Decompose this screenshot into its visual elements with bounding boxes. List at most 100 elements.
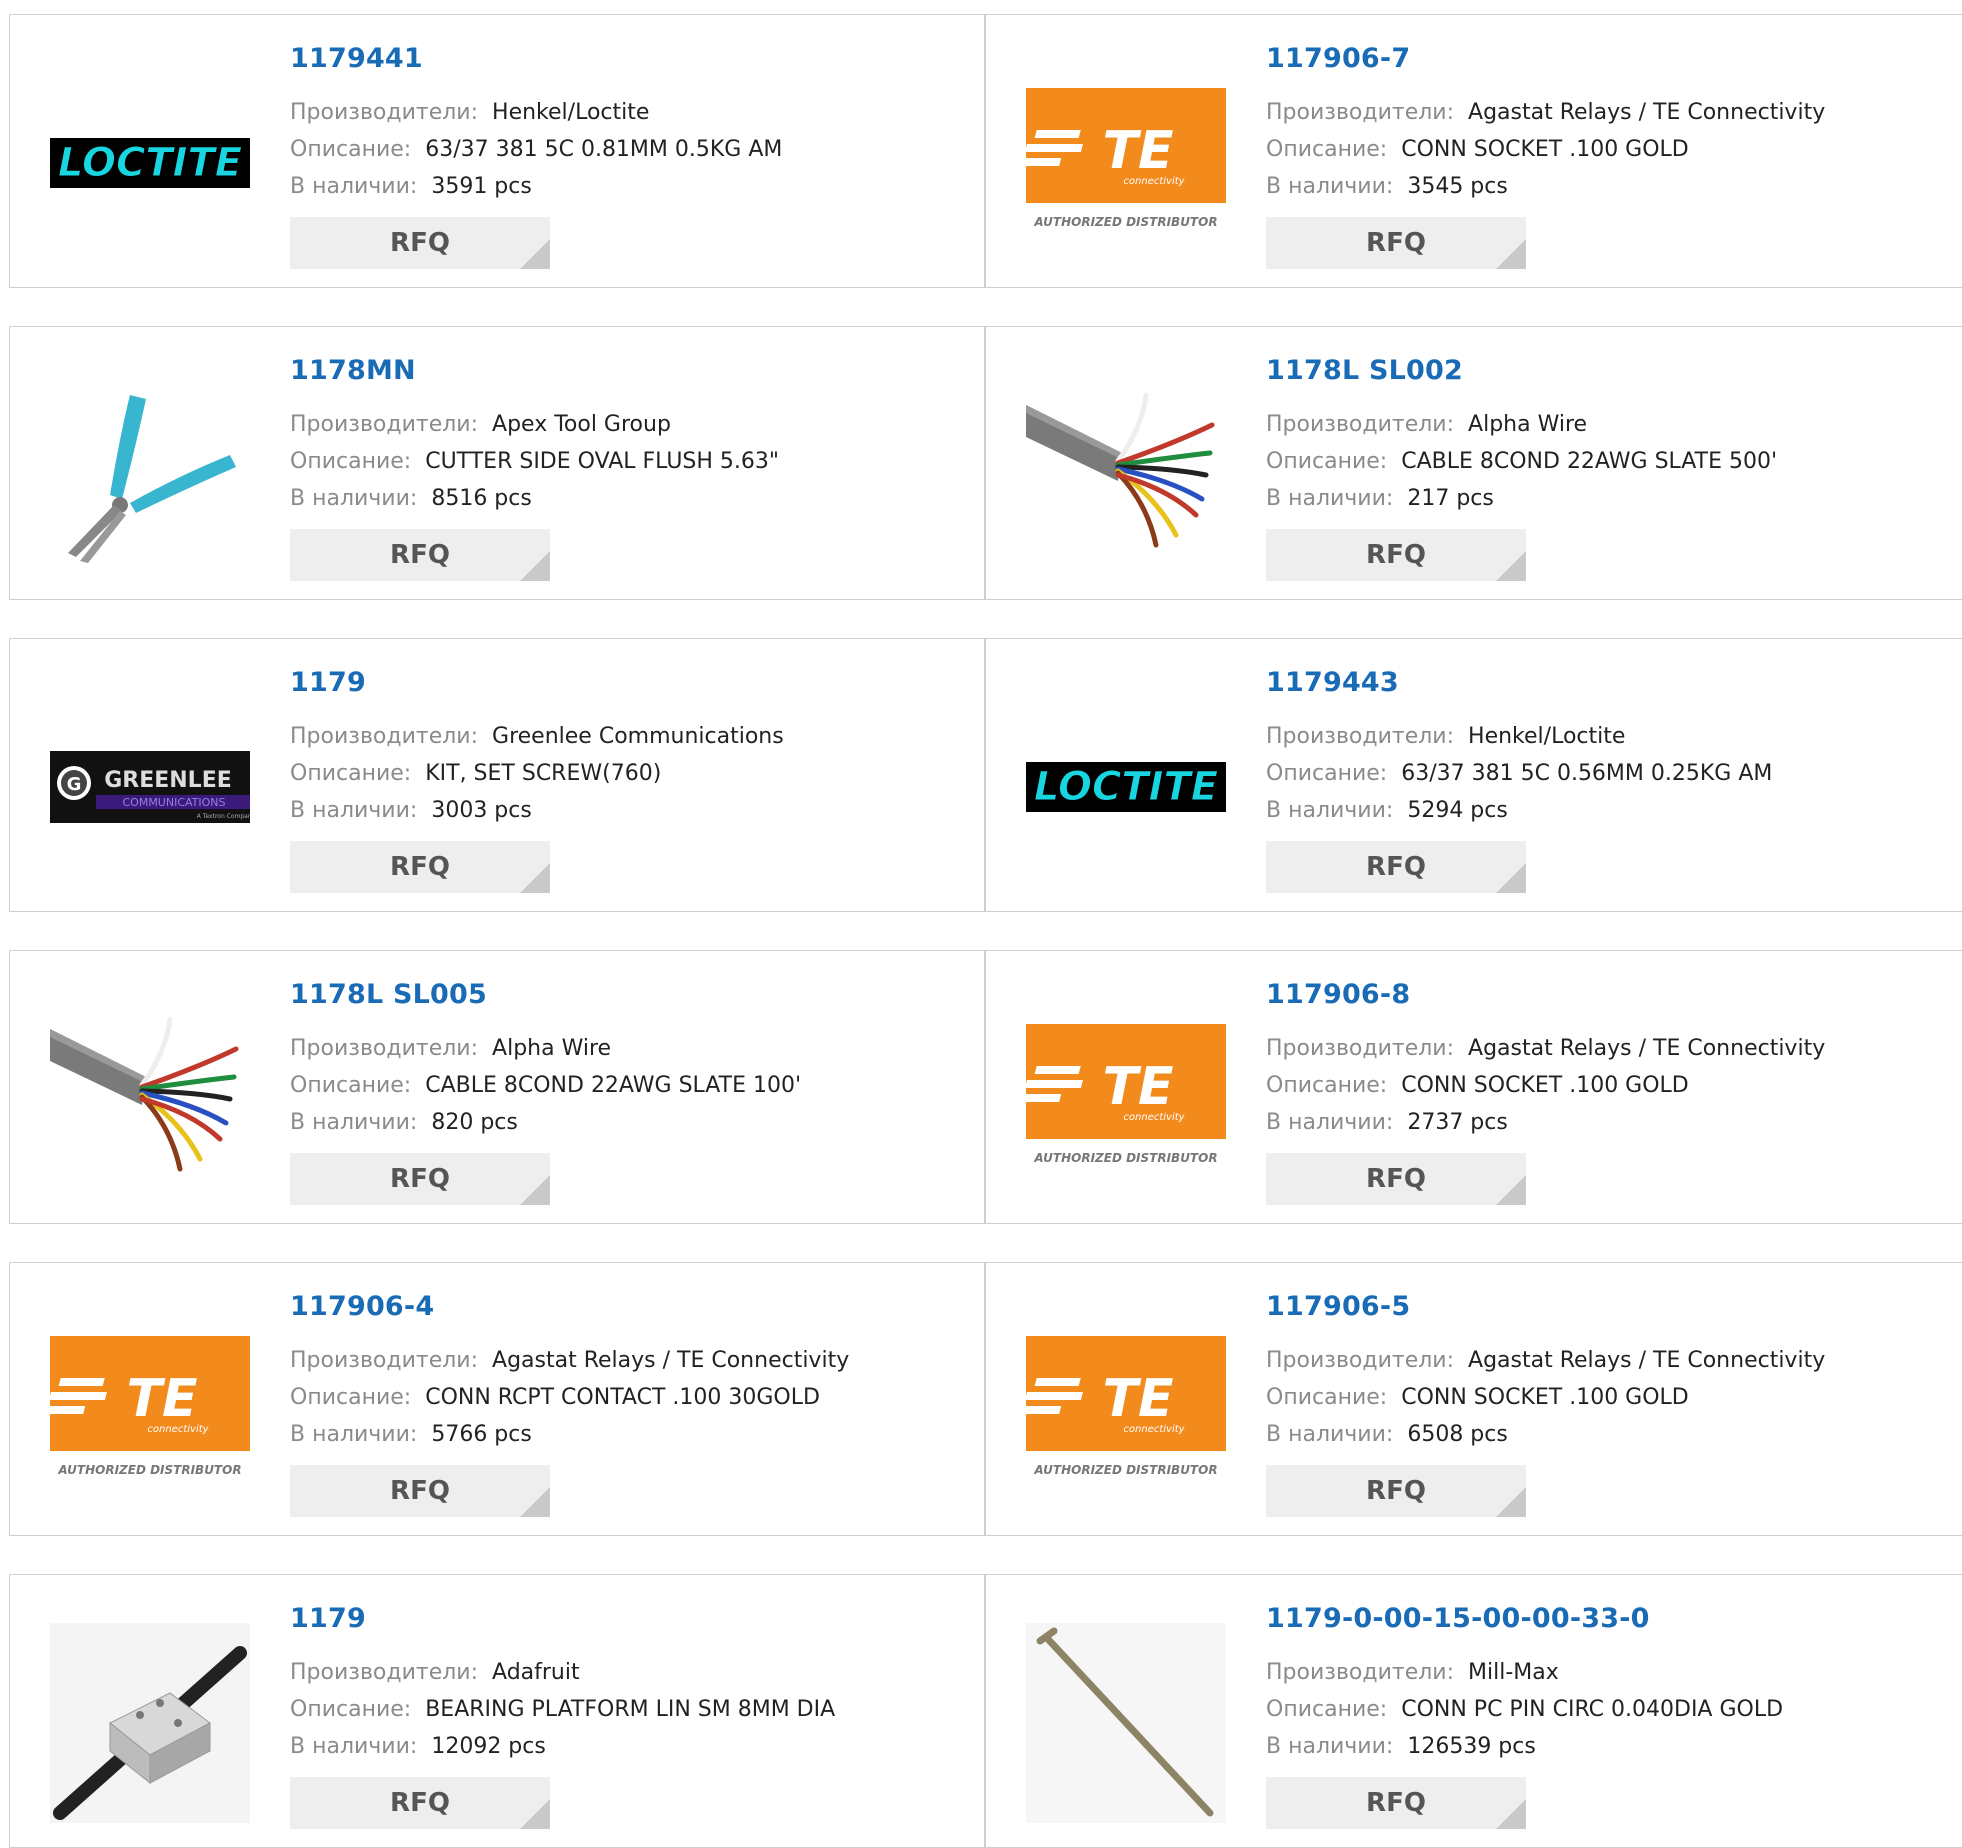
part-number-link[interactable]: 1179 bbox=[290, 667, 366, 698]
rfq-label: RFQ bbox=[1366, 1476, 1426, 1506]
stock-label: В наличии: bbox=[1266, 1110, 1394, 1135]
stock-label: В наличии: bbox=[1266, 1734, 1394, 1759]
rfq-button[interactable]: RFQ bbox=[290, 841, 550, 893]
description-label: Описание: bbox=[1266, 1385, 1388, 1410]
part-number-link[interactable]: 1178MN bbox=[290, 355, 416, 386]
corner-triangle-icon bbox=[1496, 551, 1526, 581]
corner-triangle-icon bbox=[520, 239, 550, 269]
stock-value: 2737 pcs bbox=[1407, 1110, 1508, 1135]
rfq-button[interactable]: RFQ bbox=[1266, 841, 1526, 893]
manufacturer-label: Производители: bbox=[1266, 1660, 1455, 1685]
side-cutter-photo[interactable] bbox=[50, 375, 250, 575]
part-number-link[interactable]: 1179 bbox=[290, 1603, 366, 1634]
stock-label: В наличии: bbox=[290, 1734, 418, 1759]
stock-row: В наличии: 3003 pcs bbox=[290, 798, 532, 823]
part-number-link[interactable]: 1178L SL002 bbox=[1266, 355, 1463, 386]
product-card: LOCTITE 1179443 Производители: Henkel/Loc… bbox=[985, 638, 1962, 912]
linear-bearing-photo[interactable] bbox=[50, 1623, 250, 1823]
manufacturer-row: Производители: Alpha Wire bbox=[1266, 412, 1587, 437]
product-grid: LOCTITE 1179441 Производители: Henkel/Loc… bbox=[0, 0, 1962, 1848]
rfq-button[interactable]: RFQ bbox=[1266, 1777, 1526, 1829]
multicore-cable-photo[interactable] bbox=[1026, 375, 1226, 575]
manufacturer-value: Agastat Relays / TE Connectivity bbox=[1468, 1348, 1826, 1373]
rfq-label: RFQ bbox=[390, 540, 450, 570]
description-row: Описание: CONN PC PIN CIRC 0.040DIA GOLD bbox=[1266, 1697, 1783, 1722]
rfq-button[interactable]: RFQ bbox=[290, 529, 550, 581]
rfq-button[interactable]: RFQ bbox=[1266, 1153, 1526, 1205]
part-number-link[interactable]: 117906-5 bbox=[1266, 1291, 1410, 1322]
manufacturer-label: Производители: bbox=[290, 1348, 479, 1373]
rfq-label: RFQ bbox=[390, 1164, 450, 1194]
stock-row: В наличии: 3545 pcs bbox=[1266, 174, 1508, 199]
pc-pin-photo[interactable] bbox=[1026, 1623, 1226, 1823]
loctite-logo[interactable]: LOCTITE bbox=[1026, 687, 1226, 887]
description-label: Описание: bbox=[290, 761, 412, 786]
product-card: 1178L SL002 Производители: Alpha Wire Опи… bbox=[985, 326, 1962, 600]
svg-text:connectivity: connectivity bbox=[1123, 1112, 1185, 1123]
svg-text:connectivity: connectivity bbox=[147, 1424, 209, 1435]
rfq-button[interactable]: RFQ bbox=[1266, 529, 1526, 581]
rfq-label: RFQ bbox=[390, 1476, 450, 1506]
stock-value: 217 pcs bbox=[1407, 486, 1494, 511]
part-number-link[interactable]: 1179441 bbox=[290, 43, 423, 74]
te-connectivity-logo[interactable]: TE connectivity AUTHORIZED DISTRIBUTOR bbox=[1026, 999, 1226, 1199]
stock-row: В наличии: 2737 pcs bbox=[1266, 1110, 1508, 1135]
greenlee-logo[interactable]: G GREENLEE COMMUNICATIONS A Textron Comp… bbox=[50, 687, 250, 887]
description-row: Описание: CONN RCPT CONTACT .100 30GOLD bbox=[290, 1385, 820, 1410]
stock-row: В наличии: 12092 pcs bbox=[290, 1734, 546, 1759]
description-row: Описание: CABLE 8COND 22AWG SLATE 500' bbox=[1266, 449, 1777, 474]
product-card: TE connectivity AUTHORIZED DISTRIBUTOR 1… bbox=[985, 1262, 1962, 1536]
stock-label: В наличии: bbox=[290, 1422, 418, 1447]
loctite-logo[interactable]: LOCTITE bbox=[50, 63, 250, 263]
part-number-link[interactable]: 1178L SL005 bbox=[290, 979, 487, 1010]
svg-text:connectivity: connectivity bbox=[1123, 176, 1185, 187]
manufacturer-row: Производители: Henkel/Loctite bbox=[1266, 724, 1625, 749]
stock-label: В наличии: bbox=[1266, 1422, 1394, 1447]
multicore-cable-photo[interactable] bbox=[50, 999, 250, 1199]
description-label: Описание: bbox=[1266, 1697, 1388, 1722]
product-card: TE connectivity AUTHORIZED DISTRIBUTOR 1… bbox=[985, 14, 1962, 288]
rfq-button[interactable]: RFQ bbox=[290, 217, 550, 269]
description-row: Описание: CONN SOCKET .100 GOLD bbox=[1266, 1073, 1689, 1098]
manufacturer-row: Производители: Agastat Relays / TE Connec… bbox=[1266, 100, 1825, 125]
part-number-link[interactable]: 1179443 bbox=[1266, 667, 1399, 698]
part-number-link[interactable]: 1179-0-00-15-00-00-33-0 bbox=[1266, 1603, 1650, 1634]
rfq-button[interactable]: RFQ bbox=[1266, 1465, 1526, 1517]
description-value: CONN PC PIN CIRC 0.040DIA GOLD bbox=[1401, 1697, 1784, 1722]
product-card: TE connectivity AUTHORIZED DISTRIBUTOR 1… bbox=[985, 950, 1962, 1224]
stock-row: В наличии: 3591 pcs bbox=[290, 174, 532, 199]
te-connectivity-logo[interactable]: TE connectivity AUTHORIZED DISTRIBUTOR bbox=[50, 1311, 250, 1511]
svg-text:LOCTITE: LOCTITE bbox=[58, 140, 242, 186]
rfq-label: RFQ bbox=[1366, 228, 1426, 258]
te-connectivity-logo[interactable]: TE connectivity AUTHORIZED DISTRIBUTOR bbox=[1026, 63, 1226, 263]
stock-value: 5294 pcs bbox=[1407, 798, 1508, 823]
stock-row: В наличии: 6508 pcs bbox=[1266, 1422, 1508, 1447]
svg-text:TE: TE bbox=[127, 1369, 198, 1429]
stock-value: 126539 pcs bbox=[1407, 1734, 1536, 1759]
description-row: Описание: CABLE 8COND 22AWG SLATE 100' bbox=[290, 1073, 801, 1098]
description-label: Описание: bbox=[290, 1697, 412, 1722]
part-number-link[interactable]: 117906-4 bbox=[290, 1291, 434, 1322]
rfq-button[interactable]: RFQ bbox=[290, 1465, 550, 1517]
rfq-button[interactable]: RFQ bbox=[1266, 217, 1526, 269]
te-connectivity-logo[interactable]: TE connectivity AUTHORIZED DISTRIBUTOR bbox=[1026, 1311, 1226, 1511]
stock-row: В наличии: 126539 pcs bbox=[1266, 1734, 1536, 1759]
rfq-button[interactable]: RFQ bbox=[290, 1153, 550, 1205]
description-row: Описание: CONN SOCKET .100 GOLD bbox=[1266, 1385, 1689, 1410]
description-label: Описание: bbox=[1266, 761, 1388, 786]
manufacturer-label: Производители: bbox=[1266, 1036, 1455, 1061]
manufacturer-value: Adafruit bbox=[492, 1660, 580, 1685]
part-number-link[interactable]: 117906-8 bbox=[1266, 979, 1410, 1010]
rfq-label: RFQ bbox=[1366, 852, 1426, 882]
description-row: Описание: 63/37 381 5C 0.56MM 0.25KG AM bbox=[1266, 761, 1772, 786]
manufacturer-label: Производители: bbox=[290, 412, 479, 437]
manufacturer-row: Производители: Apex Tool Group bbox=[290, 412, 671, 437]
description-value: BEARING PLATFORM LIN SM 8MM DIA bbox=[425, 1697, 836, 1722]
stock-label: В наличии: bbox=[290, 174, 418, 199]
rfq-button[interactable]: RFQ bbox=[290, 1777, 550, 1829]
corner-triangle-icon bbox=[520, 551, 550, 581]
manufacturer-label: Производители: bbox=[290, 1036, 479, 1061]
rfq-label: RFQ bbox=[1366, 540, 1426, 570]
part-number-link[interactable]: 117906-7 bbox=[1266, 43, 1410, 74]
corner-triangle-icon bbox=[1496, 239, 1526, 269]
